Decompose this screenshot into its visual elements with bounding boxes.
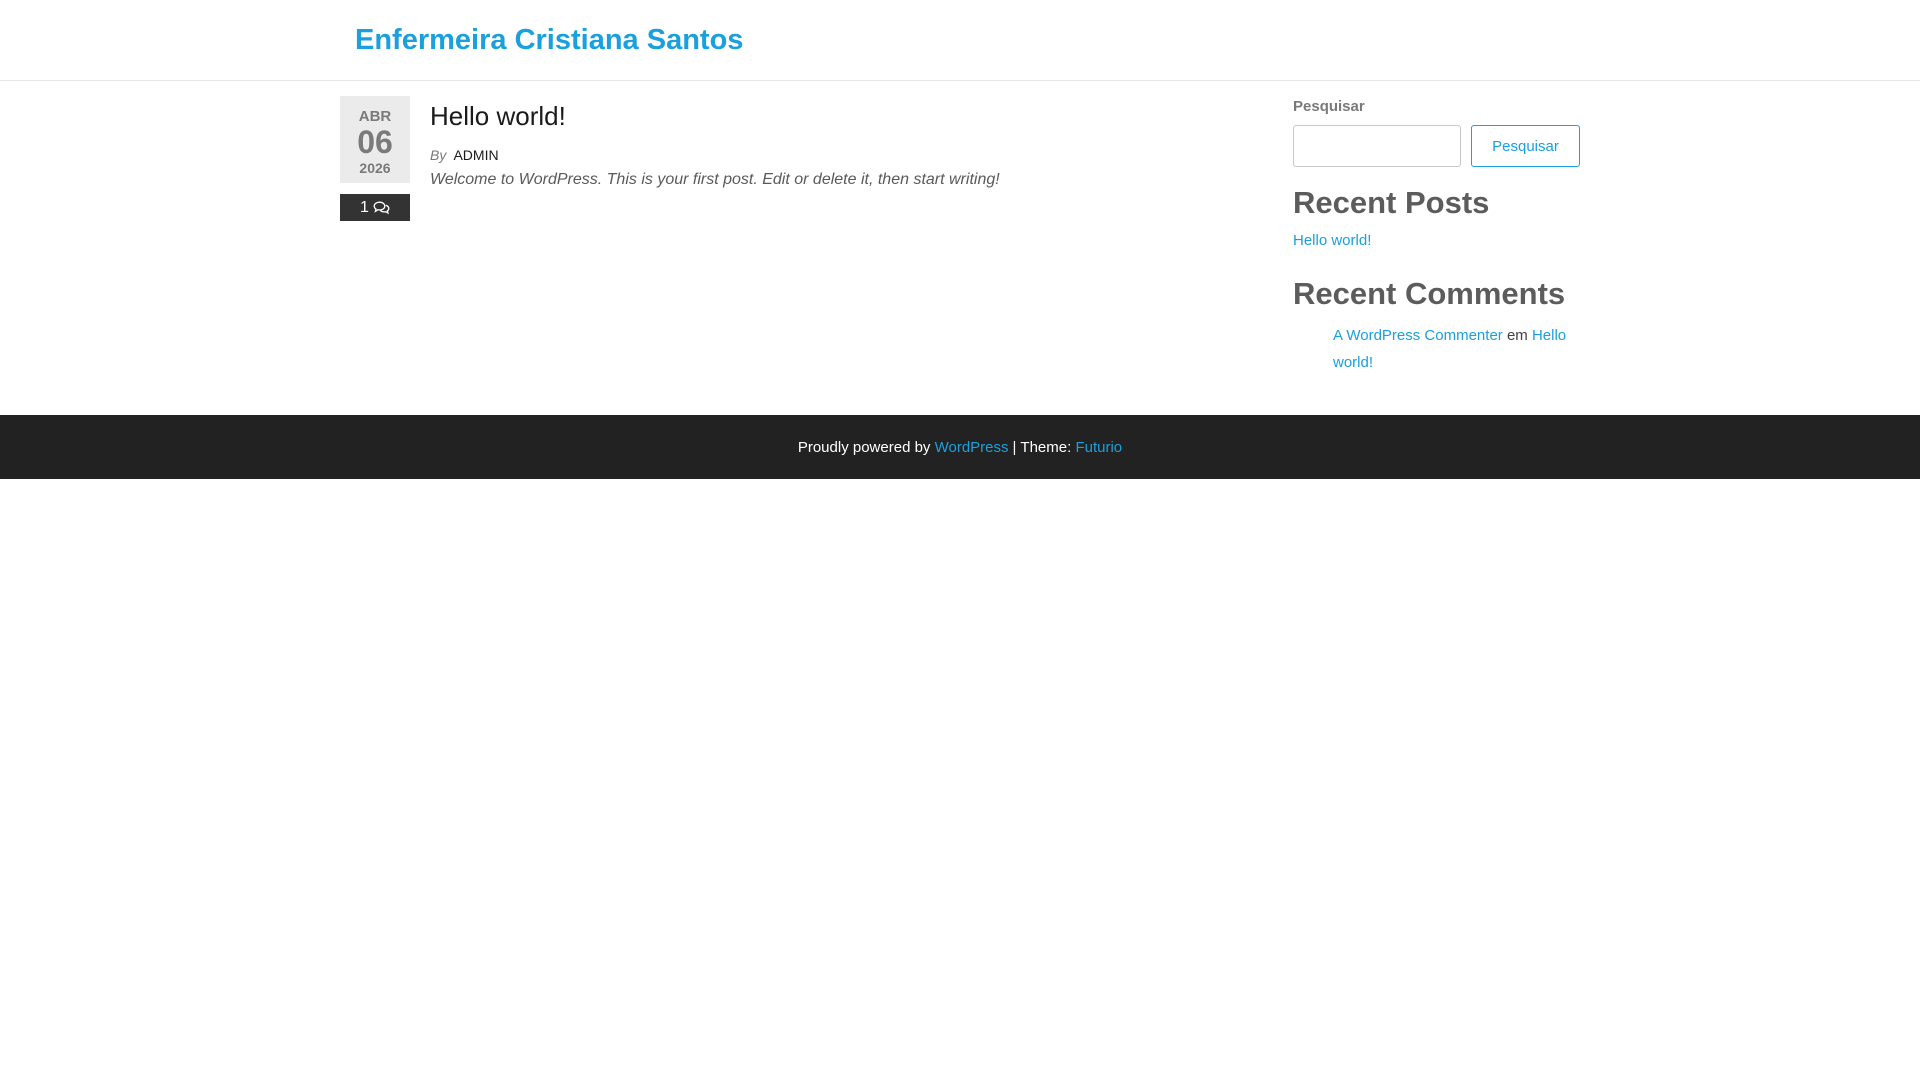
post-date-year: 2026 (359, 160, 391, 176)
post-meta: By ADMIN (430, 146, 499, 164)
site-footer: Proudly powered by WordPress | Theme: Futu… (0, 415, 1920, 479)
footer-wordpress-link[interactable]: WordPress (935, 439, 1009, 456)
recent-posts-title: Recent Posts (1293, 185, 1490, 220)
recent-comment-author-link[interactable]: A WordPress Commenter (1333, 327, 1503, 344)
post-date-month: ABR (358, 108, 392, 125)
post-excerpt: Welcome to WordPress. This is your first… (430, 171, 1000, 188)
comments-count: 1 (360, 198, 369, 216)
site-title-link[interactable]: Enfermeira Cristiana Santos (355, 22, 743, 58)
footer-theme-text: Theme: (1020, 438, 1072, 456)
site-header: Enfermeira Cristiana Santos (0, 0, 1920, 81)
search-input[interactable] (1293, 125, 1461, 167)
footer-powered-text: Proudly powered by (797, 438, 931, 456)
footer-theme-link[interactable]: Futurio (1075, 439, 1122, 456)
post-title-link[interactable]: Hello world! (430, 100, 566, 132)
recent-post-link[interactable]: Hello world! (1293, 232, 1371, 250)
post-by-label: By (430, 147, 447, 163)
post-date-day: 06 (357, 124, 393, 160)
comments-count-link[interactable]: 1 (340, 194, 410, 221)
recent-comment-connector: em (1506, 327, 1528, 344)
post-author-link[interactable]: ADMIN (453, 147, 498, 163)
footer-separator: | (1012, 438, 1017, 456)
recent-comment-item: A WordPress Commenter em Hello world! (1333, 322, 1583, 376)
search-button[interactable]: Pesquisar (1471, 125, 1580, 167)
recent-comments-title: Recent Comments (1293, 276, 1566, 311)
post-date-box: ABR 06 2026 (340, 96, 410, 183)
search-label: Pesquisar (1293, 98, 1365, 115)
comments-icon (373, 201, 390, 215)
